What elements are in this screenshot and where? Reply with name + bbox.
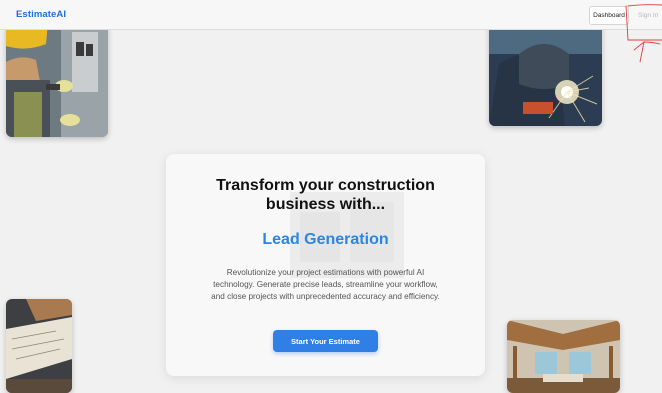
app-logo[interactable]: EstimateAI bbox=[16, 9, 66, 20]
blueprints-photo bbox=[6, 299, 72, 393]
hero-card: Transform your construction business wit… bbox=[166, 154, 485, 376]
house-interior-photo bbox=[507, 320, 620, 393]
hero-title-line-2: business with... bbox=[265, 196, 386, 213]
hero-description: Revolutionize your project estimations w… bbox=[166, 267, 485, 303]
electrician-photo bbox=[6, 22, 108, 137]
hero-title: Transform your construction business wit… bbox=[166, 176, 485, 214]
dashboard-button[interactable]: Dashboard bbox=[589, 6, 629, 25]
top-navbar: EstimateAI Dashboard Sign In bbox=[0, 0, 662, 30]
hero-description-line-1: Revolutionize your project estimations w… bbox=[226, 268, 425, 277]
hero-title-line-1: Transform your construction bbox=[216, 177, 435, 194]
landing-page: EstimateAI Dashboard Sign In Transform y… bbox=[0, 0, 662, 393]
hero-description-line-2: technology. Generate precise leads, stre… bbox=[213, 280, 438, 289]
sign-in-button[interactable]: Sign In bbox=[632, 6, 662, 25]
welder-photo bbox=[489, 14, 602, 126]
hero-description-line-3: and close projects with unprecedented ac… bbox=[211, 292, 440, 301]
start-estimate-button[interactable]: Start Your Estimate bbox=[273, 330, 378, 352]
hero-rotating-highlight: Lead Generation bbox=[262, 231, 389, 248]
